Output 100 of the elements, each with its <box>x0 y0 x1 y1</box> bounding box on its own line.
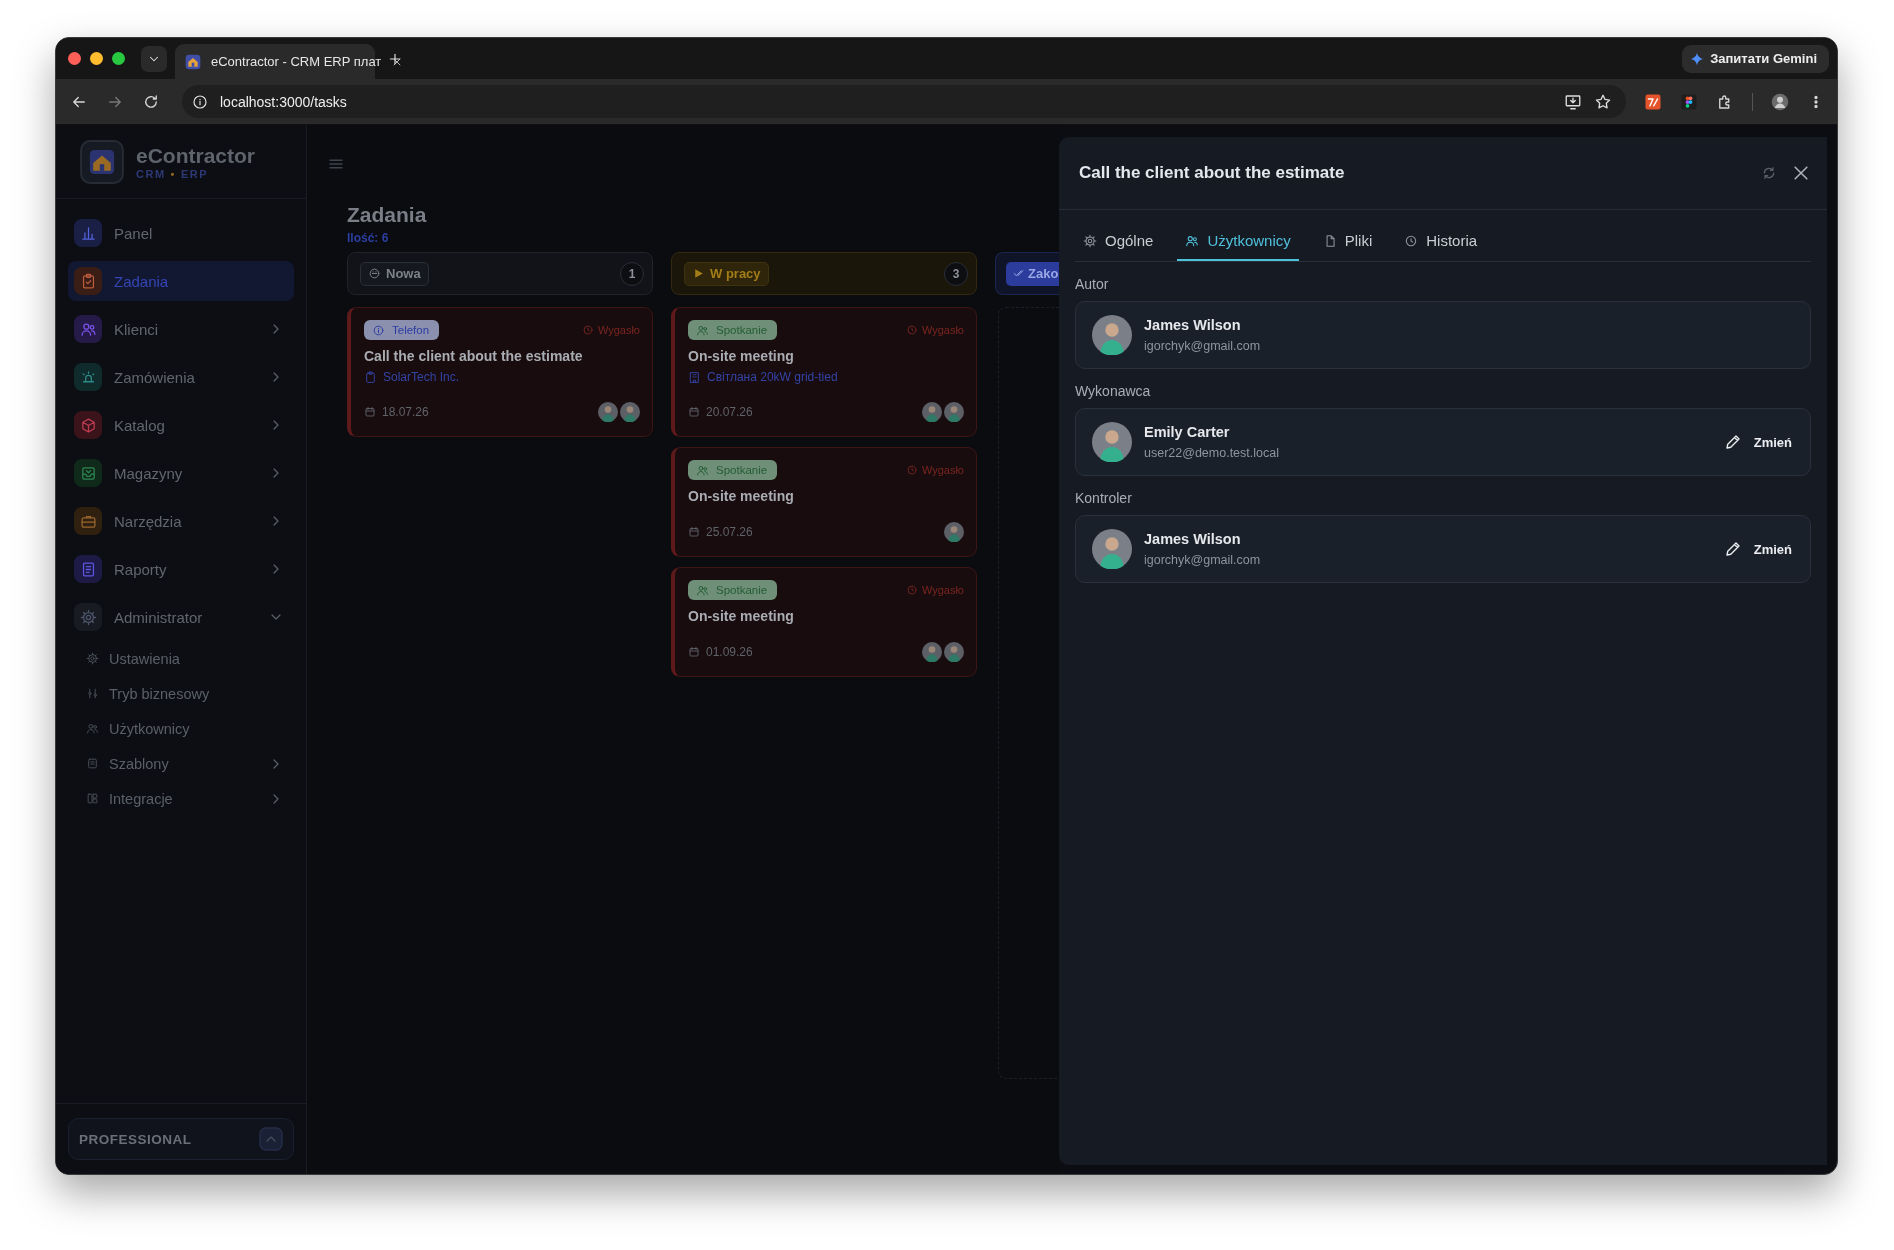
card-title: On-site meeting <box>688 488 795 504</box>
person-name: Emily Carter <box>1144 424 1231 440</box>
url-text: localhost:3000/tasks <box>220 93 347 110</box>
status-label: Wygasło <box>581 324 640 336</box>
page-title: Zadania <box>347 203 428 227</box>
status-label: Wygasło <box>905 324 964 336</box>
nav-item[interactable]: Administrator <box>68 597 294 637</box>
house-icon <box>185 53 201 70</box>
users-icon <box>86 722 99 735</box>
calendar-icon <box>688 646 700 658</box>
address-bar[interactable]: localhost:3000/tasks <box>182 85 1626 118</box>
nav-item[interactable]: Klienci <box>68 309 294 349</box>
avatar <box>944 522 964 542</box>
plan-label: PROFESSIONAL <box>79 1131 193 1147</box>
drawer-tab[interactable]: Ogólne <box>1075 224 1162 261</box>
user-icon <box>696 583 709 597</box>
nav-item[interactable]: Zadania <box>68 261 294 301</box>
minimize-window-button[interactable] <box>90 52 103 65</box>
task-count: Ilość: 6 <box>347 231 390 245</box>
tab-title: eContractor - CRM ERP плат <box>211 54 382 69</box>
due-date: 18.07.26 <box>364 405 429 419</box>
nav-subitem[interactable]: Szablony <box>68 750 294 777</box>
task-card[interactable]: Telefon Wygasło Call the client about the estimate SolarTech Inc. 18.07.26 <box>347 307 653 437</box>
drawer-tab[interactable]: Pliki <box>1314 224 1381 261</box>
plan-panel[interactable]: PROFESSIONAL <box>68 1118 294 1160</box>
document-icon <box>86 757 99 770</box>
due-date: 25.07.26 <box>688 525 753 539</box>
status-label: Wygasło <box>905 584 964 596</box>
gemini-button[interactable]: Запитати Gemini <box>1682 44 1829 73</box>
nav-subitem[interactable]: Integracje <box>68 785 294 812</box>
section-heading: Autor <box>1075 276 1110 292</box>
status-badge: Zako <box>1006 261 1059 286</box>
nav-subitem[interactable]: Ustawienia <box>68 645 294 672</box>
nav-item[interactable]: Katalog <box>68 405 294 445</box>
change-button[interactable]: Zmień <box>1723 433 1792 451</box>
nav-subitem[interactable]: Użytkownicy <box>68 715 294 742</box>
profile-avatar[interactable] <box>1771 92 1789 111</box>
cube-icon <box>79 416 97 434</box>
avatar <box>922 402 942 422</box>
avatar <box>1092 529 1132 569</box>
extension-icon[interactable] <box>1644 92 1662 111</box>
section-heading: Kontroler <box>1075 490 1133 506</box>
avatar <box>944 402 964 422</box>
info-icon[interactable] <box>192 93 208 110</box>
card-title: On-site meeting <box>688 348 795 364</box>
person-name: James Wilson <box>1144 317 1242 333</box>
nav-item[interactable]: Panel <box>68 213 294 253</box>
nav-item[interactable]: Magazyny <box>68 453 294 493</box>
gear-icon <box>1083 233 1097 248</box>
user-icon <box>696 323 709 337</box>
drawer-tab[interactable]: Historia <box>1396 224 1486 261</box>
tagline-text: CRM <box>136 167 166 180</box>
person-email: user22@demo.test.local <box>1144 446 1279 460</box>
person-email: igorchyk@gmail.com <box>1144 339 1261 353</box>
calendar-icon <box>688 406 700 418</box>
nav-item[interactable]: Zamówienia <box>68 357 294 397</box>
install-icon[interactable] <box>1564 92 1582 111</box>
star-icon[interactable] <box>1594 92 1612 111</box>
maximize-window-button[interactable] <box>112 52 125 65</box>
nav-item[interactable]: Raporty <box>68 549 294 589</box>
status-badge: W pracy <box>684 261 769 286</box>
card-link[interactable]: SolarTech Inc. <box>364 370 640 384</box>
person-name: James Wilson <box>1144 531 1242 547</box>
reload-icon[interactable] <box>142 92 160 111</box>
type-tag: Spotkanie <box>688 460 778 480</box>
user-icon <box>696 463 709 477</box>
refresh-icon[interactable] <box>1761 165 1777 181</box>
type-tag: Telefon <box>364 320 440 340</box>
clock-icon <box>905 324 918 336</box>
due-date: 20.07.26 <box>688 405 753 419</box>
pencil-icon <box>1723 540 1742 558</box>
card-link[interactable]: Світлана 20kW grid-tied <box>688 370 964 384</box>
brand-name: eContractor <box>136 143 256 168</box>
nav-item[interactable]: Narzędzia <box>68 501 294 541</box>
clock-icon <box>581 324 594 336</box>
gear-icon <box>79 608 97 626</box>
task-card[interactable]: Spotkanie Wygasło On-site meeting 01.09.26 <box>671 567 977 677</box>
column-count: 1 <box>620 261 644 286</box>
card-title: On-site meeting <box>688 608 795 624</box>
drawer-title: Call the client about the estimate <box>1079 163 1345 183</box>
avatar <box>922 642 942 662</box>
column-count: 3 <box>944 261 968 286</box>
section-heading: Wykonawca <box>1075 383 1152 399</box>
app-icon[interactable] <box>1680 92 1698 111</box>
status-badge: Nowa <box>360 261 429 286</box>
task-card[interactable]: Spotkanie Wygasło On-site meeting 25.07.26 <box>671 447 977 557</box>
info-icon <box>372 323 385 337</box>
change-button[interactable]: Zmień <box>1723 540 1792 558</box>
calendar-icon <box>364 406 376 418</box>
clipboard-icon <box>364 370 377 384</box>
tagline-text: ERP <box>180 167 209 180</box>
pencil-icon <box>1723 433 1742 451</box>
close-window-button[interactable] <box>68 52 81 65</box>
avatar <box>598 402 618 422</box>
clock-icon <box>905 464 918 476</box>
drawer-tab[interactable]: Użytkownicy <box>1177 224 1299 261</box>
due-date: 01.09.26 <box>688 645 753 659</box>
task-card[interactable]: Spotkanie Wygasło On-site meeting Світлана 20kW grid-tied 20.07.26 <box>671 307 977 437</box>
status-label: Wygasło <box>905 464 964 476</box>
nav-subitem[interactable]: Tryb biznesowy <box>68 680 294 707</box>
